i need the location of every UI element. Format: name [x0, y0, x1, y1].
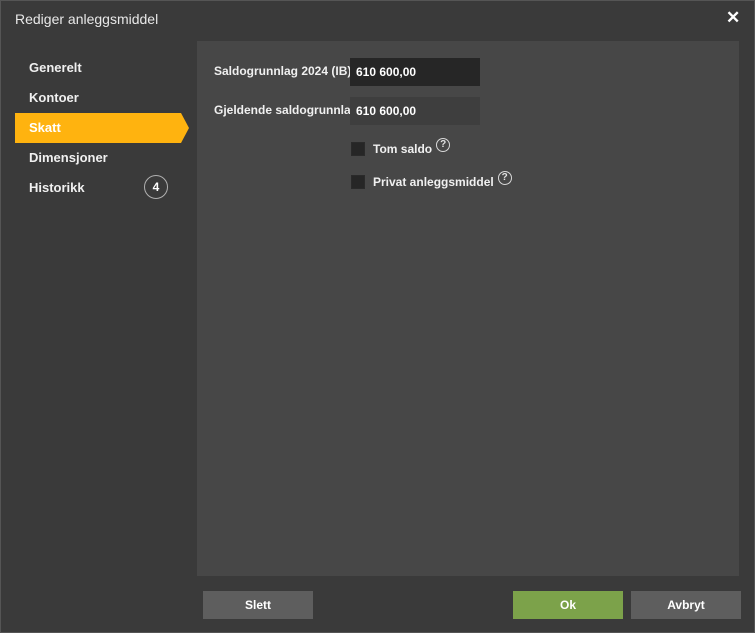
sidebar-item-skatt[interactable]: Skatt	[15, 113, 189, 143]
tom-saldo-row: Tom saldo ?	[351, 138, 451, 157]
sidebar-nav: Generelt Kontoer Skatt Dimensjoner Histo…	[15, 53, 189, 203]
close-icon[interactable]: ✕	[726, 9, 740, 26]
gjeldende-saldogrunnlag-value: 610 600,00	[350, 97, 480, 125]
sidebar-item-label: Historikk	[29, 180, 85, 195]
saldogrunnlag-label: Saldogrunnlag 2024 (IB)	[214, 64, 352, 78]
historikk-count-badge: 4	[144, 175, 168, 199]
sidebar-item-label: Generelt	[29, 60, 82, 75]
sidebar-item-label: Dimensjoner	[29, 150, 108, 165]
privat-anleggsmiddel-checkbox[interactable]	[351, 175, 365, 189]
ok-button[interactable]: Ok	[513, 591, 623, 619]
edit-asset-dialog: Rediger anleggsmiddel ✕ Generelt Kontoer…	[0, 0, 755, 633]
privat-anleggsmiddel-row: Privat anleggsmiddel ?	[351, 171, 512, 190]
sidebar-item-dimensjoner[interactable]: Dimensjoner	[15, 143, 185, 173]
tax-settings-panel: Saldogrunnlag 2024 (IB) 610 600,00 Gjeld…	[197, 41, 739, 576]
cancel-button[interactable]: Avbryt	[631, 591, 741, 619]
sidebar-item-kontoer[interactable]: Kontoer	[15, 83, 185, 113]
tom-saldo-label: Tom saldo	[373, 142, 433, 156]
privat-anleggsmiddel-label: Privat anleggsmiddel	[373, 175, 494, 189]
tom-saldo-checkbox[interactable]	[351, 142, 365, 156]
gjeldende-saldogrunnlag-label: Gjeldende saldogrunnlag	[214, 103, 359, 117]
sidebar-item-generelt[interactable]: Generelt	[15, 53, 185, 83]
help-icon[interactable]: ?	[436, 138, 451, 152]
dialog-title: Rediger anleggsmiddel	[15, 11, 159, 27]
sidebar-item-label: Skatt	[29, 120, 61, 135]
help-icon[interactable]: ?	[497, 171, 512, 185]
delete-button[interactable]: Slett	[203, 591, 313, 619]
dialog-titlebar: Rediger anleggsmiddel ✕	[1, 1, 754, 37]
sidebar-item-historikk[interactable]: Historikk 4	[15, 173, 185, 203]
sidebar-item-label: Kontoer	[29, 90, 79, 105]
saldogrunnlag-input[interactable]: 610 600,00	[350, 58, 480, 86]
